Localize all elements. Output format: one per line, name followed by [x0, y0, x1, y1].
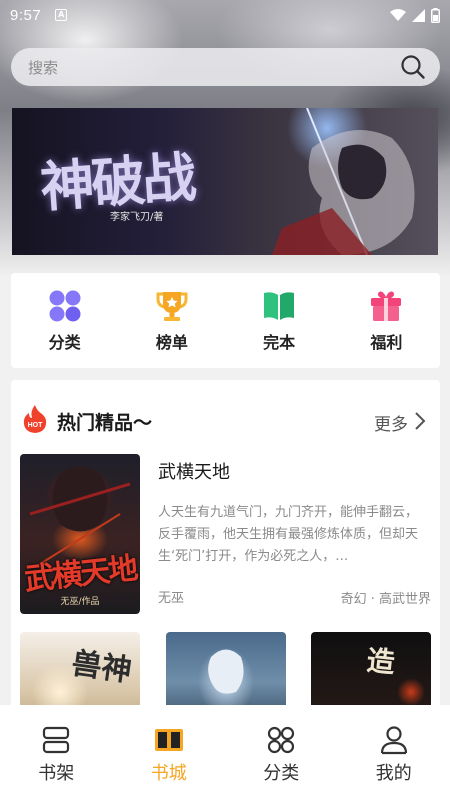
featured-book-description: 人天生有九道气门，九门齐开，能伸手翻云，反手覆雨，他天生拥有最强修炼体质，但却天…: [158, 505, 419, 564]
featured-book-title[interactable]: 武横天地: [158, 458, 230, 484]
signal-icon: [412, 8, 425, 22]
nav-label: 我的: [375, 763, 412, 784]
status-time: 9:57: [10, 6, 42, 24]
banner-author: 李家飞刀/著: [110, 212, 164, 223]
thumbnail-title: 造: [365, 643, 397, 680]
search-bar[interactable]: 搜索: [11, 48, 440, 86]
notification-icon: A: [55, 9, 68, 21]
shortcut-label: 榜单: [155, 332, 188, 352]
nav-label: 分类: [263, 763, 300, 784]
category-icon: [268, 726, 295, 754]
shortcut-completed[interactable]: 完本: [239, 289, 319, 353]
status-indicators: [390, 7, 440, 23]
nav-profile[interactable]: 我的: [338, 705, 450, 800]
status-bar: 9:57 A: [0, 0, 450, 30]
shortcut-welfare[interactable]: 福利: [346, 289, 426, 353]
nav-bookstore[interactable]: 书城: [113, 705, 226, 800]
shortcut-category[interactable]: 分类: [25, 289, 105, 353]
category-shortcuts: 分类 榜单 完本 福利: [11, 273, 440, 368]
shortcut-label: 分类: [48, 332, 81, 352]
hot-section-title: 热门精品〜: [57, 412, 153, 434]
cover-author: 无巫/作品: [60, 597, 100, 607]
bookstore-icon: [154, 729, 183, 751]
search-icon[interactable]: [400, 54, 426, 80]
hot-flame-icon: HOT: [23, 405, 47, 433]
nav-bookshelf[interactable]: 书架: [0, 705, 113, 800]
featured-banner[interactable]: 神破战 李家飞刀/著: [12, 108, 438, 255]
chevron-right-icon[interactable]: [414, 411, 426, 431]
trophy-icon: [156, 291, 188, 321]
shortcut-label: 完本: [263, 332, 296, 352]
nav-category[interactable]: 分类: [225, 705, 338, 800]
shortcut-ranking[interactable]: 榜单: [132, 289, 212, 353]
featured-book-author: 无巫: [158, 591, 185, 606]
gift-icon: [371, 291, 402, 321]
grid-icon: [49, 290, 81, 321]
book-open-icon: [264, 291, 295, 320]
more-link[interactable]: 更多: [374, 410, 408, 435]
hot-badge-text: HOT: [28, 422, 44, 429]
profile-icon: [380, 726, 407, 755]
nav-label: 书城: [150, 763, 187, 784]
shortcut-label: 福利: [370, 332, 403, 352]
search-input[interactable]: 搜索: [28, 57, 58, 78]
featured-book-cover[interactable]: 武横天地 无巫/作品: [20, 454, 140, 614]
featured-book-tags: 奇幻 · 高武世界: [340, 592, 431, 607]
bookshelf-icon: [43, 726, 70, 754]
hot-section: HOT 热门精品〜 更多 武横天地 无巫/作品 武横天地 人天生有九道气门，九门…: [11, 380, 440, 720]
nav-label: 书架: [38, 763, 75, 784]
thumbnail-title: 兽神: [69, 645, 134, 689]
bottom-nav: 书架 书城 分类 我的: [0, 705, 450, 800]
wifi-icon: [390, 8, 406, 21]
battery-icon: [431, 7, 440, 23]
hot-section-header: HOT 热门精品〜 更多: [11, 380, 440, 460]
